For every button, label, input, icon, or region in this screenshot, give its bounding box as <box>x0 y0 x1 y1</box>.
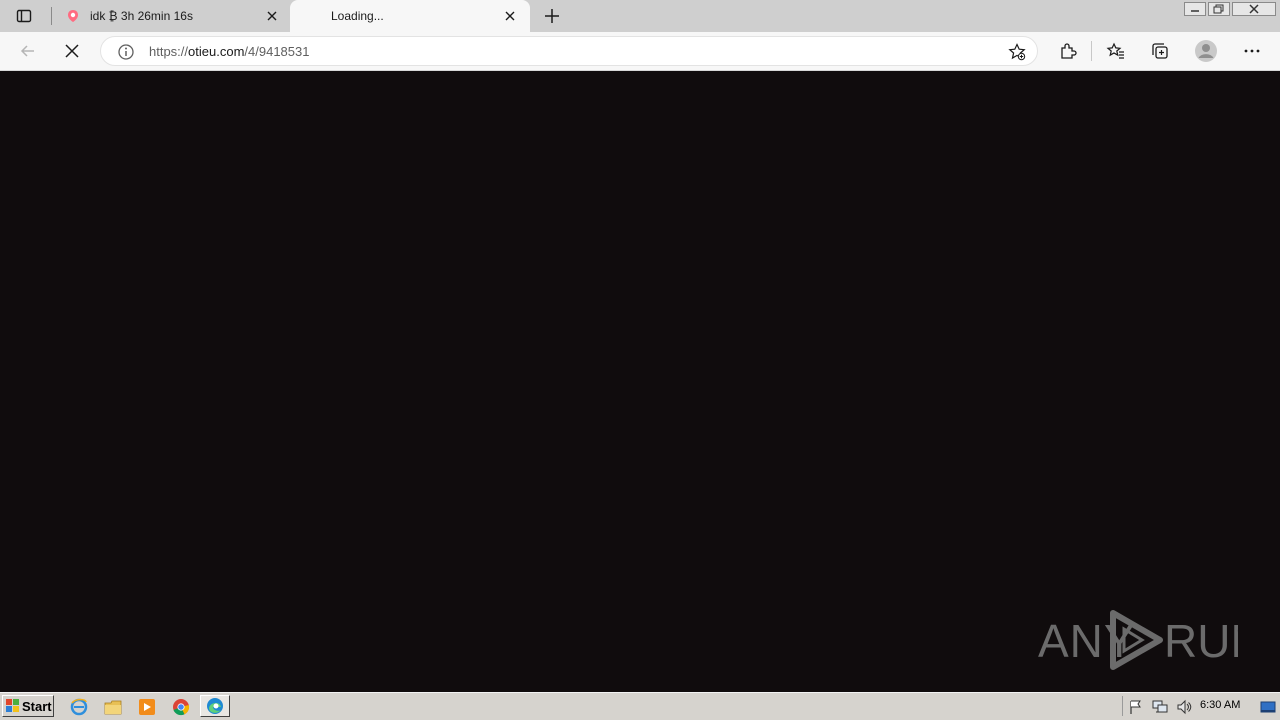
url-scheme: https:// <box>149 44 189 59</box>
settings-more-icon[interactable] <box>1242 41 1262 61</box>
action-center-flag-icon[interactable] <box>1128 699 1144 715</box>
tab-title: Loading... <box>331 9 384 23</box>
close-tab-icon[interactable] <box>264 8 280 24</box>
page-content <box>0 71 1280 691</box>
explorer-icon[interactable] <box>104 698 122 716</box>
svg-text:RUN: RUN <box>1164 615 1238 667</box>
new-tab-icon[interactable] <box>542 6 562 26</box>
anyrun-logo-icon: ANY RUN <box>1038 610 1238 670</box>
url-host: otieu.com <box>188 44 245 59</box>
minimize-icon[interactable] <box>1184 2 1206 16</box>
back-icon[interactable] <box>18 41 38 61</box>
toolbar-separator <box>1091 41 1092 61</box>
favorites-icon[interactable] <box>1106 41 1126 61</box>
tab-idk[interactable]: idk ₿ 3h 26min 16s <box>56 0 288 32</box>
tray-separator <box>1122 696 1123 716</box>
start-label: Start <box>22 698 52 714</box>
profile-avatar-icon[interactable] <box>1194 39 1218 63</box>
tab-separator <box>51 7 52 25</box>
browser-toolbar: https://otieu.com/4/9418531 <box>0 32 1280 71</box>
volume-icon[interactable] <box>1176 699 1192 715</box>
show-desktop-icon[interactable] <box>1260 699 1276 715</box>
stop-loading-icon[interactable] <box>62 41 82 61</box>
ie-icon[interactable] <box>70 698 88 716</box>
edge-icon[interactable] <box>200 695 230 717</box>
tab-title: idk ₿ 3h 26min 16s <box>90 9 193 23</box>
media-player-icon[interactable] <box>138 698 156 716</box>
address-bar[interactable]: https://otieu.com/4/9418531 <box>100 36 1038 66</box>
anyrun-watermark: ANY RUN <box>1038 607 1238 673</box>
close-window-icon[interactable] <box>1232 2 1276 16</box>
url-path: /4/9418531 <box>244 44 310 59</box>
collections-icon[interactable] <box>1150 41 1170 61</box>
tab-loading[interactable]: Loading... <box>290 0 530 32</box>
tab-favicon-icon <box>67 9 79 23</box>
chrome-icon[interactable] <box>172 698 190 716</box>
start-button[interactable]: Start <box>2 695 54 717</box>
close-tab-icon[interactable] <box>502 8 518 24</box>
restore-icon[interactable] <box>1208 2 1230 16</box>
taskbar: Start 6:30 AM <box>0 692 1280 720</box>
add-favorite-icon[interactable] <box>1007 42 1027 62</box>
tab-actions-icon[interactable] <box>16 8 32 24</box>
site-info-icon[interactable] <box>117 43 135 61</box>
tab-strip: idk ₿ 3h 26min 16s Loading... <box>0 0 1280 32</box>
extensions-icon[interactable] <box>1058 41 1078 61</box>
url-text[interactable]: https://otieu.com/4/9418531 <box>149 44 309 59</box>
network-icon[interactable] <box>1152 699 1168 715</box>
clock[interactable]: 6:30 AM <box>1200 699 1240 711</box>
windows-logo-icon <box>6 699 20 713</box>
